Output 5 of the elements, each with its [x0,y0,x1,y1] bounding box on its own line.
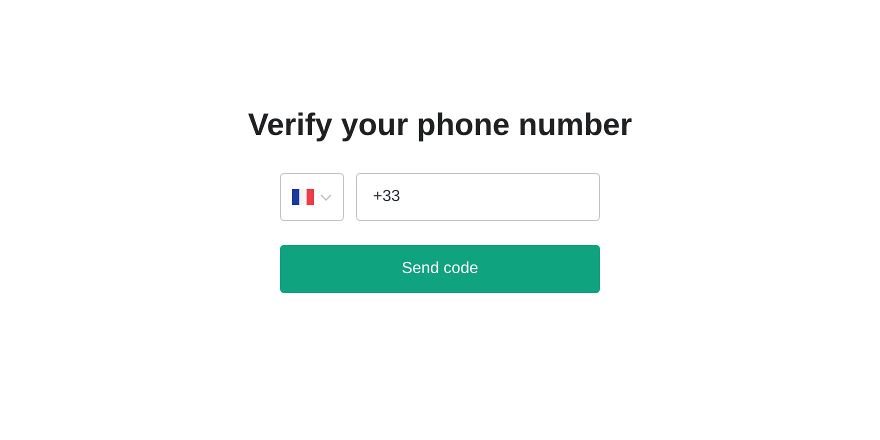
country-select[interactable] [280,173,344,221]
page-title: Verify your phone number [248,106,632,144]
phone-input[interactable]: +33 [356,173,600,221]
flag-icon [292,189,314,205]
chevron-down-icon [320,194,332,200]
